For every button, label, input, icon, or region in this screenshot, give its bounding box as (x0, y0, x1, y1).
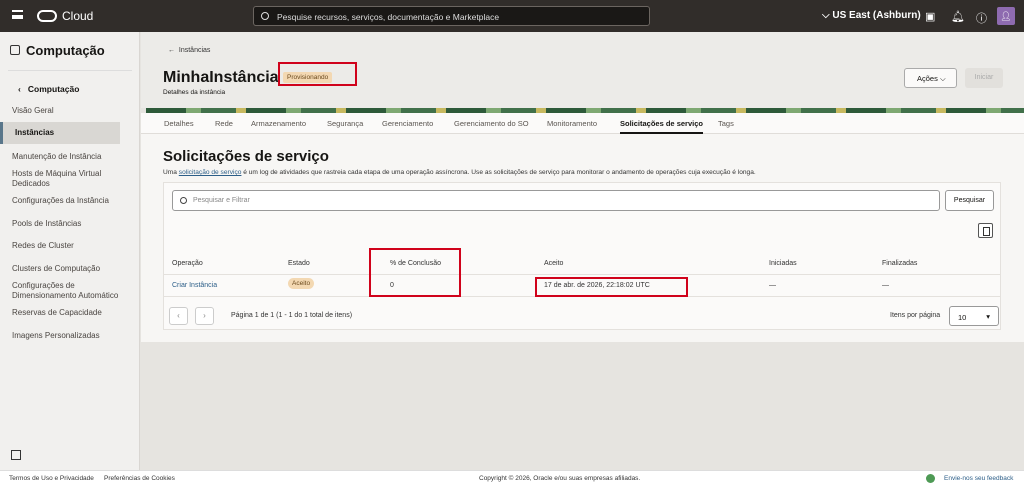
sidebar-item-clusters[interactable]: Clusters de Computação (12, 264, 132, 274)
tab-gerenciamento[interactable]: Gerenciamento (382, 119, 433, 128)
global-search-input[interactable]: Pesquise recursos, serviços, documentaçã… (253, 6, 650, 26)
started-cell: — (769, 282, 776, 289)
terms-link[interactable]: Termos de Uso e Privacidade (9, 475, 94, 482)
per-page-value: 10 (958, 313, 967, 322)
section-description: Uma solicitação de serviço é um log de a… (163, 169, 756, 176)
avatar[interactable]: 👤︎ (997, 7, 1015, 25)
filter-placeholder: Pesquisar e Filtrar (193, 197, 250, 204)
per-page-select[interactable]: 10 ▾ (949, 306, 999, 326)
tab-solicitacoes[interactable]: Solicitações de serviço (620, 119, 703, 134)
desc-text: Uma (163, 169, 179, 176)
work-request-link[interactable]: solicitação de serviço (179, 169, 242, 176)
sidebar-item-hosts[interactable]: Hosts de Máquina Virtual Dedicados (12, 169, 112, 189)
search-icon (261, 12, 269, 20)
column-header: Operação (172, 260, 203, 267)
tab-seguranca[interactable]: Segurança (327, 119, 363, 128)
region-label: US East (Ashburn) (832, 10, 921, 21)
compute-icon (10, 45, 20, 55)
sidebar-item-dimensionamento[interactable]: Configurações de Dimensionamento Automát… (12, 281, 127, 301)
copyright: Copyright © 2026, Oracle e/ou suas empre… (479, 475, 641, 482)
sidebar-back[interactable]: ‹ Computação (18, 84, 79, 94)
sidebar-item-redes-cluster[interactable]: Redes de Cluster (12, 241, 132, 251)
column-header: Finalizadas (882, 260, 918, 267)
cloud-shell-icon[interactable]: ▣ (925, 10, 935, 23)
filter-input[interactable]: Pesquisar e Filtrar (172, 190, 940, 211)
caret-down-icon: ▾ (986, 312, 990, 321)
collapse-sidebar-icon[interactable] (11, 450, 21, 460)
sidebar-title: Computação (26, 43, 105, 58)
sidebar-item-pools[interactable]: Pools de Instâncias (12, 219, 132, 229)
help-icon[interactable]: ⓘ (976, 10, 987, 26)
region-selector[interactable]: ⌵ US East (Ashburn) (822, 10, 921, 21)
tab-gerenciamento-so[interactable]: Gerenciamento do SO (454, 119, 529, 128)
divider (164, 274, 1000, 275)
sidebar-item-reservas[interactable]: Reservas de Capacidade (12, 308, 132, 318)
operation-link[interactable]: Criar Instância (172, 282, 217, 289)
menu-icon[interactable] (12, 10, 23, 19)
oracle-logo-icon[interactable] (37, 10, 57, 22)
section-title: Solicitações de serviço (163, 148, 329, 165)
tab-bar: Detalhes Rede Armazenamento Segurança Ge… (141, 113, 1024, 134)
highlight-box (369, 248, 461, 297)
page-subtitle: Detalhes da instância (163, 89, 226, 96)
sidebar-item-imagens[interactable]: Imagens Personalizadas (12, 331, 132, 341)
per-page-label: Itens por página (890, 312, 941, 319)
bell-icon[interactable]: 🔔︎ (951, 10, 965, 23)
sidebar-item-visao-geral[interactable]: Visão Geral (12, 106, 132, 116)
highlight-box (535, 277, 688, 297)
finished-cell: — (882, 282, 889, 289)
column-header: Aceito (544, 260, 564, 267)
tab-detalhes[interactable]: Detalhes (164, 119, 194, 128)
tab-tags[interactable]: Tags (718, 119, 734, 128)
state-badge: Aceito (288, 278, 315, 289)
start-button[interactable]: Iniciar (965, 68, 1003, 88)
actions-button[interactable]: Ações ⌵ (904, 68, 957, 88)
sidebar-item-manutencao[interactable]: Manutenção de Instância (12, 152, 132, 162)
tab-monitoramento[interactable]: Monitoramento (547, 119, 597, 128)
next-page-button[interactable]: › (195, 307, 214, 325)
brand-label[interactable]: Cloud (62, 9, 93, 23)
feedback-link[interactable]: Envie-nos seu feedback (944, 475, 1013, 482)
page-header: ← Instâncias MinhaInstância Provisionand… (141, 32, 1024, 108)
sidebar-back-label: Computação (27, 84, 80, 94)
breadcrumb-label: Instâncias (178, 47, 211, 54)
work-requests-panel: Pesquisar e Filtrar Pesquisar Operação E… (163, 182, 1001, 330)
columns-icon[interactable] (978, 223, 993, 238)
feedback-icon (926, 474, 935, 483)
tab-rede[interactable]: Rede (215, 119, 233, 128)
pagination-text: Página 1 de 1 (1 - 1 do 1 total de itens… (231, 312, 353, 319)
actions-label: Ações (917, 74, 938, 83)
desc-text: é um log de atividades que rastreia cada… (241, 169, 756, 176)
breadcrumb[interactable]: ← Instâncias (168, 47, 210, 54)
column-header: Estado (288, 260, 310, 267)
sidebar: Computação ‹ Computação Visão Geral Inst… (0, 32, 140, 470)
tab-armazenamento[interactable]: Armazenamento (251, 119, 306, 128)
footer: Termos de Uso e Privacidade Preferências… (0, 470, 1024, 486)
divider (8, 70, 132, 71)
column-header: Iniciadas (769, 260, 797, 267)
page-title: MinhaInstância (163, 69, 279, 86)
sidebar-item-configuracoes[interactable]: Configurações da Instância (12, 196, 132, 206)
sidebar-item-instancias[interactable]: Instâncias (0, 122, 120, 144)
top-bar: Cloud Pesquise recursos, serviços, docum… (0, 0, 1024, 32)
prev-page-button[interactable]: ‹ (169, 307, 188, 325)
search-icon (180, 197, 187, 204)
highlight-box (278, 62, 357, 86)
search-button[interactable]: Pesquisar (945, 190, 994, 211)
cookies-link[interactable]: Preferências de Cookies (104, 475, 175, 482)
search-placeholder: Pesquise recursos, serviços, documentaçã… (277, 12, 500, 22)
main-content: Solicitações de serviço Uma solicitação … (141, 134, 1024, 342)
